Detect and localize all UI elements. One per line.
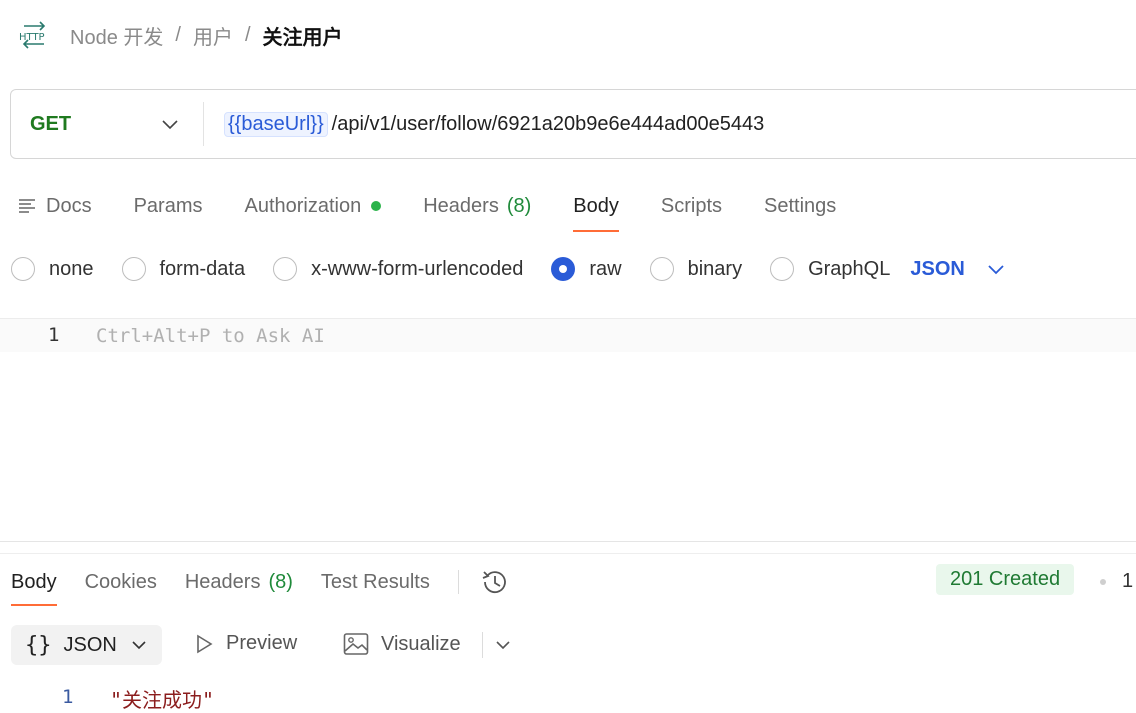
svg-text:HTTP: HTTP — [19, 32, 45, 43]
response-line-number: 1 — [62, 686, 74, 708]
editor-line-number: 1 — [48, 324, 60, 346]
radio-label: x-www-form-urlencoded — [311, 257, 524, 280]
preview-label: Preview — [226, 632, 298, 654]
pane-divider[interactable] — [0, 541, 1136, 542]
radio-circle — [649, 257, 674, 281]
tab-scripts-label: Scripts — [660, 194, 723, 217]
tab-docs[interactable]: Docs — [18, 195, 92, 218]
http-request-icon: HTTP — [19, 21, 46, 49]
headers-count: (8) — [506, 194, 532, 217]
status-badge[interactable]: 201 Created — [936, 564, 1075, 595]
chevron-down-icon — [132, 641, 146, 650]
chevron-down-icon — [988, 265, 1004, 275]
url-input[interactable]: {{baseUrl}} /api/v1/user/follow/6921a20b… — [204, 111, 765, 137]
response-format-label: JSON — [63, 633, 117, 656]
tab-settings-label: Settings — [764, 194, 837, 217]
tab-headers[interactable]: Headers (8) — [423, 195, 531, 218]
raw-format-label: JSON — [910, 257, 965, 280]
method-label: GET — [30, 112, 72, 135]
preview-button[interactable]: Preview — [194, 632, 297, 655]
radio-circle — [121, 257, 146, 281]
radio-circle — [11, 257, 35, 281]
response-tab-body[interactable]: Body — [11, 570, 57, 606]
response-meta[interactable]: 1 — [1122, 570, 1133, 593]
request-name[interactable]: 关注用户 — [263, 21, 343, 50]
tab-settings[interactable]: Settings — [764, 195, 836, 218]
chevron-down-icon[interactable] — [494, 636, 512, 654]
response-format-dropdown[interactable]: {} JSON — [11, 625, 162, 665]
radio-label: raw — [589, 257, 622, 280]
response-tab-cookies[interactable]: Cookies — [85, 571, 157, 594]
response-tab-headers[interactable]: Headers (8) — [185, 571, 293, 594]
breadcrumb-separator: / — [175, 23, 181, 46]
url-path: /api/v1/user/follow/6921a20b9e6e444ad00e… — [331, 112, 765, 135]
radio-binary[interactable]: binary — [649, 257, 743, 281]
radio-none[interactable]: none — [11, 257, 94, 281]
play-icon — [197, 634, 213, 653]
braces-icon: {} — [25, 632, 52, 658]
request-tabs: Docs Params Authorization Headers (8) Bo… — [18, 190, 878, 232]
breadcrumb-separator: / — [244, 23, 251, 46]
tab-authorization-label: Authorization — [244, 194, 362, 217]
radio-label: form-data — [159, 257, 246, 280]
auth-status-dot — [371, 201, 382, 211]
radio-circle — [770, 257, 795, 281]
image-icon — [343, 633, 369, 655]
breadcrumb: HTTP Node 开发 / 用户 / 关注用户 — [18, 20, 343, 50]
radio-label: none — [49, 257, 94, 280]
divider — [457, 570, 459, 594]
tab-headers-label: Headers — [423, 194, 499, 217]
radio-circle-checked — [551, 257, 576, 281]
editor-placeholder: Ctrl+Alt+P to Ask AI — [96, 325, 325, 347]
body-type-selector: none form-data x-www-form-urlencoded raw… — [11, 255, 1005, 283]
separator-dot — [1100, 579, 1106, 585]
url-bar: GET {{baseUrl}} /api/v1/user/follow/6921… — [10, 89, 1136, 159]
tab-params-label: Params — [133, 194, 203, 217]
tab-params[interactable]: Params — [134, 195, 203, 218]
visualize-button[interactable]: Visualize — [343, 632, 461, 656]
breadcrumb-folder[interactable]: 用户 — [193, 21, 233, 50]
radio-label: GraphQL — [808, 257, 891, 280]
response-tabs: Body Cookies Headers (8) Test Results — [11, 566, 509, 606]
tab-scripts[interactable]: Scripts — [661, 195, 722, 218]
response-tab-headers-label: Headers — [184, 570, 261, 593]
breadcrumb-collection[interactable]: Node 开发 — [70, 21, 163, 50]
history-icon[interactable] — [479, 568, 509, 596]
docs-icon — [19, 199, 35, 213]
response-headers-count: (8) — [268, 570, 293, 593]
response-tab-body-label: Body — [11, 570, 57, 593]
raw-format-dropdown[interactable]: JSON — [910, 258, 1004, 281]
radio-form-data[interactable]: form-data — [121, 257, 246, 281]
radio-circle — [273, 257, 298, 281]
response-tab-cookies-label: Cookies — [84, 570, 157, 593]
tab-body[interactable]: Body — [573, 194, 619, 232]
response-body-value[interactable]: "关注成功" — [110, 684, 214, 713]
tab-body-label: Body — [573, 194, 619, 217]
response-tab-test-results-label: Test Results — [320, 570, 430, 593]
chevron-down-icon — [162, 120, 178, 130]
radio-label: binary — [687, 257, 743, 280]
visualize-label: Visualize — [381, 632, 461, 655]
url-variable[interactable]: {{baseUrl}} — [224, 111, 328, 137]
radio-graphql[interactable]: GraphQL — [770, 257, 890, 281]
tab-authorization[interactable]: Authorization — [244, 194, 382, 218]
method-selector[interactable]: GET — [11, 90, 203, 158]
response-tab-test-results[interactable]: Test Results — [321, 571, 430, 594]
tab-docs-label: Docs — [46, 194, 92, 217]
radio-x-www-form-urlencoded[interactable]: x-www-form-urlencoded — [273, 257, 523, 281]
divider — [0, 553, 1136, 554]
radio-raw[interactable]: raw — [551, 257, 622, 281]
divider — [482, 632, 483, 658]
